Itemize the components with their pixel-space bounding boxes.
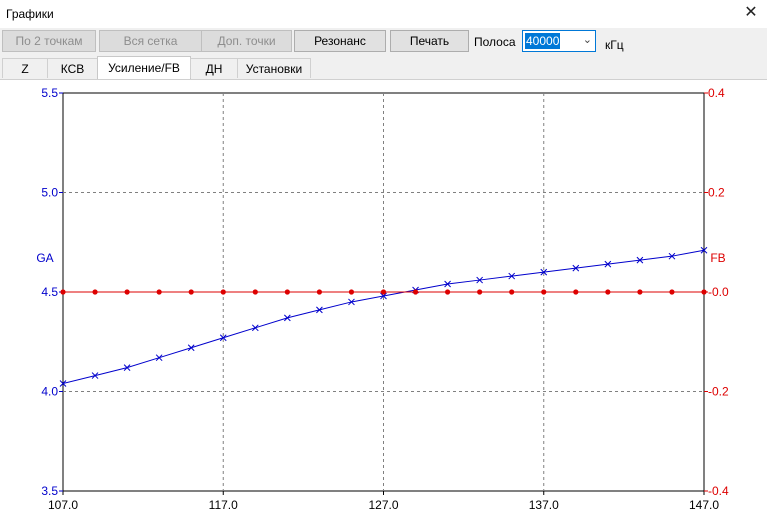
data-point-fb <box>541 289 547 295</box>
data-point-fb <box>701 289 707 295</box>
left-tick-label: 5.5 <box>41 86 58 100</box>
left-tick-label: 5.0 <box>41 186 58 200</box>
data-point-fb <box>573 289 579 295</box>
data-point-fb <box>92 289 98 295</box>
x-tick-label: 107.0 <box>48 498 78 512</box>
right-axis-label: FB <box>710 251 725 265</box>
tab-gain-fb[interactable]: Усиление/FB <box>97 56 191 79</box>
left-tick-label: 4.0 <box>41 385 58 399</box>
print-button[interactable]: Печать <box>390 30 469 52</box>
left-tick-label: 4.5 <box>41 285 58 299</box>
resonance-button[interactable]: Резонанс <box>294 30 386 52</box>
toolbar: По 2 точкам Вся сетка Доп. точки Резонан… <box>0 28 767 56</box>
band-value: 40000 <box>525 33 561 49</box>
data-point-fb <box>188 289 194 295</box>
title-bar: Графики ✕ <box>0 0 767 28</box>
band-label: Полоса <box>474 35 516 49</box>
data-point-fb <box>412 289 419 295</box>
right-tick-label: -0.0 <box>708 285 729 299</box>
data-point-fb <box>637 289 643 295</box>
data-point-fb <box>477 289 483 295</box>
right-tick-label: 0.4 <box>708 86 725 100</box>
x-tick-label: 127.0 <box>368 498 398 512</box>
window-title: Графики <box>6 7 54 21</box>
chart-panel: 107.0 117.0 127.0 137.0 147.0 5.5 5.0 4.5 4.0 3.5… <box>0 79 767 525</box>
whole-grid-button[interactable]: Вся сетка <box>99 30 202 52</box>
x-tick-label: 147.0 <box>689 498 719 512</box>
tab-settings[interactable]: Установки <box>237 58 311 78</box>
data-point-fb <box>509 289 515 295</box>
band-select[interactable]: 40000 ⌄ <box>522 30 596 52</box>
right-tick-label: -0.2 <box>708 385 729 399</box>
data-point-fb <box>284 289 290 295</box>
data-point-fb <box>124 289 130 295</box>
data-point-fb <box>316 289 322 295</box>
right-tick-label: -0.4 <box>708 484 729 498</box>
extra-points-button[interactable]: Доп. точки <box>201 30 292 52</box>
close-icon[interactable]: ✕ <box>741 3 761 23</box>
band-unit: кГц <box>605 38 624 52</box>
x-tick-label: 137.0 <box>529 498 559 512</box>
two-points-button[interactable]: По 2 точкам <box>2 30 96 52</box>
tab-z[interactable]: Z <box>2 58 48 78</box>
data-point-fb <box>156 289 162 295</box>
data-point-fb <box>669 289 675 295</box>
tab-strip: Z КСВ Усиление/FB ДН Установки <box>0 56 767 79</box>
data-point-fb <box>60 289 66 295</box>
chevron-down-icon[interactable]: ⌄ <box>583 33 592 46</box>
right-tick-label: 0.2 <box>708 186 725 200</box>
left-axis-label: GA <box>36 251 53 265</box>
data-point-fb <box>380 289 387 295</box>
data-point-fb <box>445 289 451 295</box>
data-point-fb <box>220 289 226 295</box>
data-point-fb <box>252 289 258 295</box>
tab-swr[interactable]: КСВ <box>47 58 98 78</box>
x-tick-label: 117.0 <box>209 498 238 512</box>
data-point-fb <box>348 289 355 295</box>
gain-fb-chart: 107.0 117.0 127.0 137.0 147.0 5.5 5.0 4.5 4.0 3.5… <box>36 86 729 512</box>
left-tick-label: 3.5 <box>41 484 58 498</box>
data-point-fb <box>605 289 611 295</box>
tab-pattern[interactable]: ДН <box>190 58 238 78</box>
